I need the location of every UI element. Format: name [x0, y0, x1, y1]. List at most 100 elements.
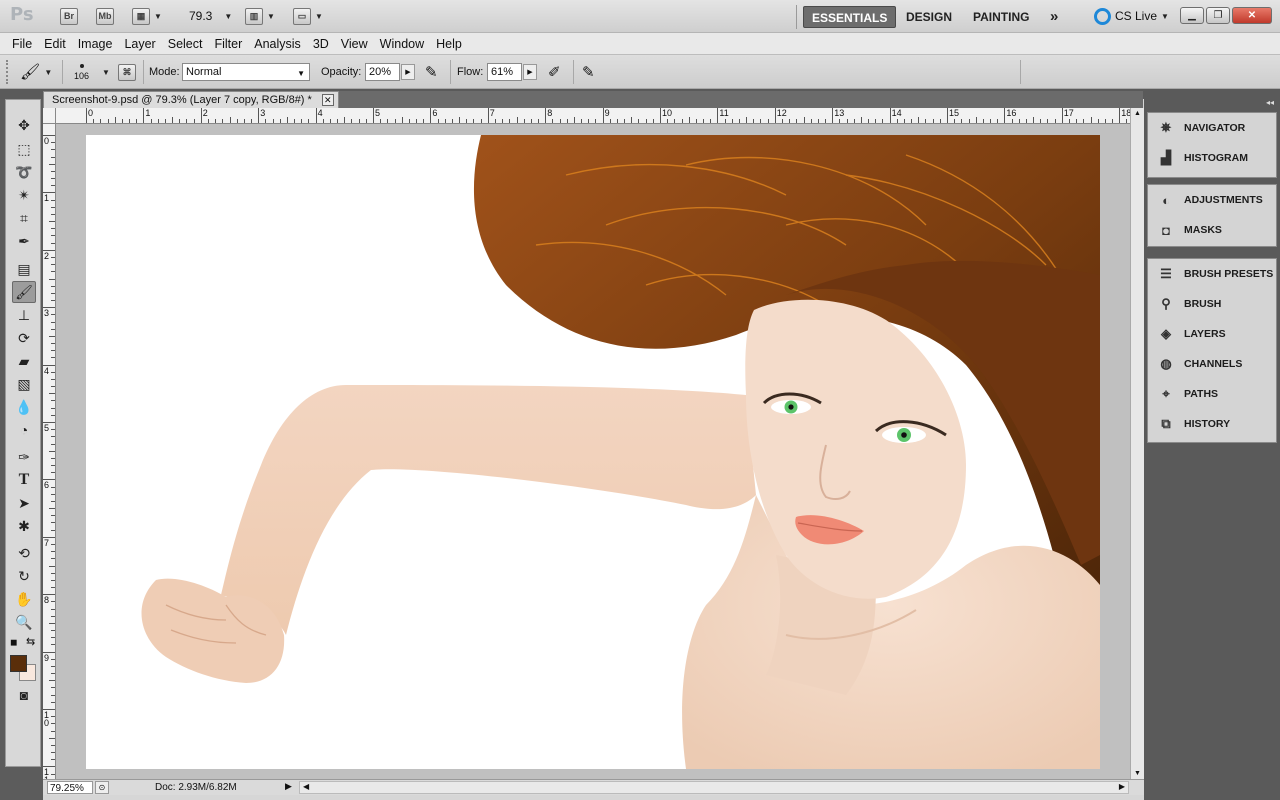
ruler-origin[interactable]: [43, 108, 56, 124]
panel-history[interactable]: ⧉ HISTORY: [1148, 409, 1276, 439]
custom-shape-tool-icon[interactable]: ✱: [12, 515, 36, 537]
ruler-tick: [652, 119, 654, 123]
hand-tool-icon[interactable]: ✋: [12, 588, 36, 610]
minimize-icon[interactable]: ▁: [1180, 7, 1204, 24]
opacity-field[interactable]: 20%: [365, 63, 400, 81]
foreground-color-swatch[interactable]: [10, 655, 27, 672]
vertical-ruler[interactable]: 0 1 2 3 4 5 6 7 8 9 1 0 1 1: [43, 124, 56, 779]
blur-tool-icon[interactable]: 💧: [12, 396, 36, 418]
zoom-level-dropdown[interactable]: 79.3 ▼: [189, 6, 232, 26]
status-bar-menu-icon[interactable]: ⊙: [95, 781, 109, 794]
scroll-right-icon[interactable]: ▶: [1119, 782, 1125, 791]
scroll-up-icon[interactable]: ▲: [1134, 110, 1141, 117]
move-tool-icon[interactable]: ✥: [12, 114, 36, 136]
lasso-tool-icon[interactable]: ➰: [12, 161, 36, 183]
swap-colors-icon[interactable]: ⇆: [26, 635, 35, 648]
spot-healing-tool-icon[interactable]: ▤: [12, 258, 36, 280]
menu-edit[interactable]: Edit: [38, 33, 72, 55]
eraser-tool-icon[interactable]: ▰: [12, 350, 36, 372]
pressure-size-toggle[interactable]: ✎: [582, 55, 595, 89]
workspace-design[interactable]: DESIGN: [898, 6, 960, 28]
panel-masks[interactable]: ◘ MASKS: [1148, 215, 1276, 245]
flow-slider-toggle-icon[interactable]: ▶: [523, 64, 537, 80]
history-brush-tool-icon[interactable]: ⟳: [12, 327, 36, 349]
tool-preset-picker[interactable]: 🖌 ▼: [20, 55, 52, 89]
scroll-down-icon[interactable]: ▼: [1134, 770, 1141, 777]
ruler-tick: [100, 119, 102, 123]
3d-orbit-tool-icon[interactable]: ↻: [12, 565, 36, 587]
3d-rotate-tool-icon[interactable]: ⟲: [12, 542, 36, 564]
zoom-field[interactable]: 79.25%: [47, 781, 93, 794]
ruler-tick: [51, 773, 55, 775]
ruler-tick: [566, 119, 568, 123]
more-workspaces-icon[interactable]: »: [1042, 6, 1066, 28]
panel-collapse-icon[interactable]: ◂◂: [1266, 98, 1274, 107]
default-colors-icon[interactable]: ◼: [10, 637, 17, 648]
ruler-top-label: 4: [317, 108, 323, 118]
panel-navigator[interactable]: ✵ NAVIGATOR: [1148, 113, 1276, 143]
pressure-opacity-toggle[interactable]: ✎: [425, 55, 438, 89]
vertical-scrollbar[interactable]: ▲ ▼: [1130, 108, 1144, 779]
scroll-left-icon[interactable]: ◀: [303, 782, 309, 791]
opacity-slider-toggle-icon[interactable]: ▶: [401, 64, 415, 80]
close-icon[interactable]: ✕: [321, 94, 334, 106]
menu-select[interactable]: Select: [162, 33, 209, 55]
opacity-control[interactable]: 20% ▶: [365, 55, 415, 89]
quick-mask-icon[interactable]: ◙: [12, 684, 36, 706]
mode-select[interactable]: Normal ▼: [182, 55, 310, 89]
menu-window[interactable]: Window: [374, 33, 430, 55]
panel-layers[interactable]: ◈ LAYERS: [1148, 319, 1276, 349]
panel-histogram[interactable]: ▟ HISTOGRAM: [1148, 143, 1276, 173]
zoom-tool-icon[interactable]: 🔍: [12, 611, 36, 633]
flow-control[interactable]: 61% ▶: [487, 55, 537, 89]
panel-brush-presets[interactable]: ☰ BRUSH PRESETS: [1148, 259, 1276, 289]
workspace-painting[interactable]: PAINTING: [965, 6, 1037, 28]
gradient-tool-icon[interactable]: ▧: [12, 373, 36, 395]
menu-file[interactable]: File: [6, 33, 38, 55]
status-menu-arrow-icon[interactable]: ▶: [285, 781, 297, 794]
eyedropper-tool-icon[interactable]: ✒: [12, 230, 36, 252]
cs-live-button[interactable]: CS Live ▼: [1094, 6, 1169, 26]
brush-size-picker[interactable]: 106: [74, 55, 89, 89]
launch-bridge-button[interactable]: Br: [60, 6, 78, 26]
photoshop-window: Ps Br Mb ▦ ▼ 79.3 ▼ ▥ ▼ ▭ ▼ ESSENTIALS DESIG…: [0, 0, 1280, 800]
airbrush-toggle[interactable]: ✐: [548, 55, 561, 89]
type-tool-icon[interactable]: T: [12, 469, 36, 491]
menu-view[interactable]: View: [335, 33, 374, 55]
horizontal-ruler[interactable]: 0123456789101112131415161718: [56, 108, 1130, 124]
menu-filter[interactable]: Filter: [208, 33, 248, 55]
ruler-tick: [51, 572, 55, 574]
path-selection-tool-icon[interactable]: ➤: [12, 492, 36, 514]
horizontal-scrollbar[interactable]: ◀ ▶: [299, 781, 1129, 794]
launch-minibridge-button[interactable]: Mb: [96, 6, 114, 26]
panel-channels[interactable]: ◍ CHANNELS: [1148, 349, 1276, 379]
workspace-essentials[interactable]: ESSENTIALS: [803, 6, 897, 28]
menu-image[interactable]: Image: [72, 33, 119, 55]
crop-tool-icon[interactable]: ⌗: [12, 207, 36, 229]
marquee-tool-icon[interactable]: ⬚: [12, 138, 36, 160]
menu-analysis[interactable]: Analysis: [248, 33, 307, 55]
panel-brush[interactable]: ⚲ BRUSH: [1148, 289, 1276, 319]
dodge-tool-icon[interactable]: ◔: [12, 419, 36, 441]
ruler-tick: [1025, 119, 1027, 123]
flow-field[interactable]: 61%: [487, 63, 522, 81]
ruler-tick: [51, 701, 55, 703]
brush-panel-toggle[interactable]: ⌘: [118, 55, 136, 89]
close-icon[interactable]: ✕: [1232, 7, 1272, 24]
panel-adjustments[interactable]: ◐ ADJUSTMENTS: [1148, 185, 1276, 215]
brush-tool-icon[interactable]: 🖌: [12, 281, 36, 303]
menu-layer[interactable]: Layer: [118, 33, 161, 55]
clone-stamp-tool-icon[interactable]: ⊥: [12, 304, 36, 326]
pen-tool-icon[interactable]: ✑: [12, 446, 36, 468]
view-extras-button[interactable]: ▦ ▼: [132, 6, 162, 26]
menu-help[interactable]: Help: [430, 33, 468, 55]
screen-mode-button[interactable]: ▭ ▼: [293, 6, 323, 26]
arrange-documents-button[interactable]: ▥ ▼: [245, 6, 275, 26]
document-canvas[interactable]: [86, 135, 1100, 769]
restore-icon[interactable]: ❐: [1206, 7, 1230, 24]
quick-selection-tool-icon[interactable]: ✴: [12, 184, 36, 206]
panel-paths[interactable]: ⌖ PATHS: [1148, 379, 1276, 409]
menu-3d[interactable]: 3D: [307, 33, 335, 55]
brush-size-dropdown[interactable]: ▼: [98, 55, 110, 89]
document-tab[interactable]: Screenshot-9.psd @ 79.3% (Layer 7 copy, …: [43, 91, 339, 108]
